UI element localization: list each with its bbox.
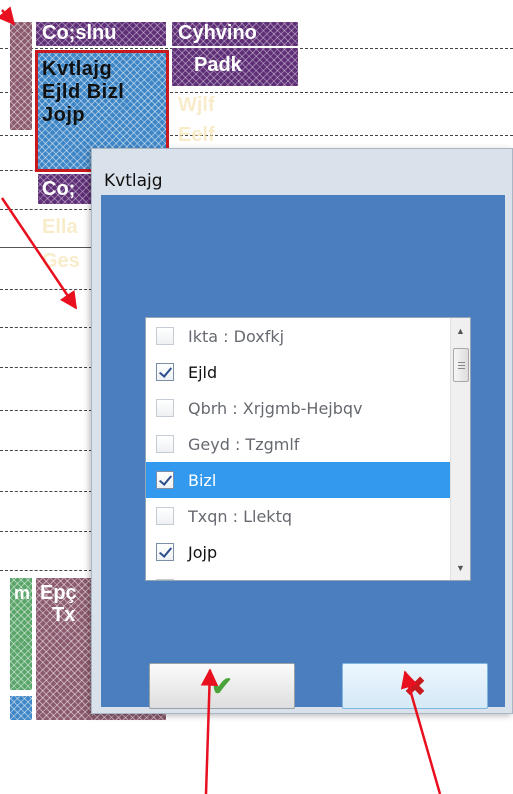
scroll-thumb[interactable] (453, 348, 469, 382)
event-title: Padk (194, 54, 242, 76)
vertical-scrollbar[interactable]: ▲ ▼ (450, 318, 470, 580)
list-item-label: Qbrh : Xrjgmb-Hejbqv (188, 398, 363, 418)
resource-listbox[interactable]: Ikta : Doxfkj Ejld Qbrh : Xrjgmb-Hejbqv Gey… (145, 317, 471, 581)
faded-event-label: Eelf (178, 124, 215, 146)
selected-event-line: Kvtlajg (42, 58, 113, 80)
list-item-label: Bizl (188, 470, 217, 490)
list-item-label: Ikta : Doxfkj (188, 326, 285, 346)
scroll-down-icon[interactable]: ▼ (451, 559, 470, 576)
scroll-up-icon[interactable]: ▲ (451, 322, 470, 339)
faded-event-label: Ella (42, 216, 78, 238)
cancel-button[interactable]: ✖ (342, 663, 488, 709)
checkmark-icon: ✔ (211, 670, 233, 701)
list-item-label: Lhjst l (188, 579, 236, 581)
list-item[interactable]: Geyd : Tzgmlf (146, 426, 452, 462)
event-subtitle: Tx (52, 604, 76, 626)
calendar-event-strip[interactable] (10, 22, 32, 130)
list-item[interactable]: Ejld (146, 354, 452, 390)
grid-line (0, 289, 92, 290)
dialog-title: Kvtlajg (104, 171, 163, 191)
list-rows: Ikta : Doxfkj Ejld Qbrh : Xrjgmb-Hejbqv Gey… (146, 318, 452, 581)
list-item[interactable]: Qbrh : Xrjgmb-Hejbqv (146, 390, 452, 426)
calendar-event[interactable]: Co;slnu (36, 22, 166, 46)
list-item[interactable]: Ikta : Doxfkj (146, 318, 452, 354)
checkbox-unchecked[interactable] (156, 579, 174, 580)
list-item[interactable]: Bizl (146, 462, 452, 498)
checkbox-unchecked[interactable] (156, 399, 174, 417)
calendar-event[interactable]: Padk (172, 48, 298, 86)
grid-line (0, 410, 92, 411)
selected-event-line: Ejld Bizl (42, 81, 125, 103)
list-item-label: Txqn : Llektq (188, 506, 292, 526)
grid-line (0, 570, 92, 571)
resource-dialog: Kvtlajg Ikta : Doxfkj Ejld Qbrh : Xrjgmb-H… (91, 148, 513, 714)
calendar-event[interactable]: Co; (38, 174, 92, 204)
checkbox-checked[interactable] (156, 363, 174, 381)
selected-event-line: Jojp (42, 104, 86, 126)
grid-line (0, 450, 92, 451)
list-item[interactable]: Txqn : Llektq (146, 498, 452, 534)
ok-button[interactable]: ✔ (149, 663, 295, 709)
checkbox-checked[interactable] (156, 471, 174, 489)
event-title: Co;slnu (42, 22, 117, 44)
calendar-event[interactable]: m (10, 578, 32, 690)
event-title: Epç (40, 582, 77, 604)
faded-event-label: Ges (42, 250, 80, 272)
checkbox-unchecked[interactable] (156, 327, 174, 345)
grid-line (0, 367, 92, 368)
list-item-label: Geyd : Tzgmlf (188, 434, 300, 454)
list-item-label: Jojp (188, 542, 218, 562)
calendar-event[interactable]: Cyhvino (172, 22, 298, 46)
checkbox-unchecked[interactable] (156, 435, 174, 453)
grid-line (0, 209, 92, 210)
checkbox-unchecked[interactable] (156, 507, 174, 525)
list-item[interactable]: Lhjst l (146, 570, 452, 581)
checkbox-checked[interactable] (156, 543, 174, 561)
faded-event-label: Wjlf (178, 94, 215, 116)
grid-line (0, 327, 92, 328)
calendar-event-strip[interactable] (10, 696, 32, 720)
list-item[interactable]: Jojp (146, 534, 452, 570)
list-item-label: Ejld (188, 362, 218, 382)
x-icon: ✖ (403, 669, 427, 703)
grid-line (0, 491, 92, 492)
dialog-body: Ikta : Doxfkj Ejld Qbrh : Xrjgmb-Hejbqv Gey… (101, 195, 505, 709)
event-title: Cyhvino (178, 22, 257, 44)
event-title: Co; (42, 178, 76, 200)
grid-line (0, 247, 92, 248)
grid-line (0, 531, 92, 532)
event-title: m (14, 583, 31, 603)
calendar-event[interactable]: Epç Tx (36, 578, 92, 720)
